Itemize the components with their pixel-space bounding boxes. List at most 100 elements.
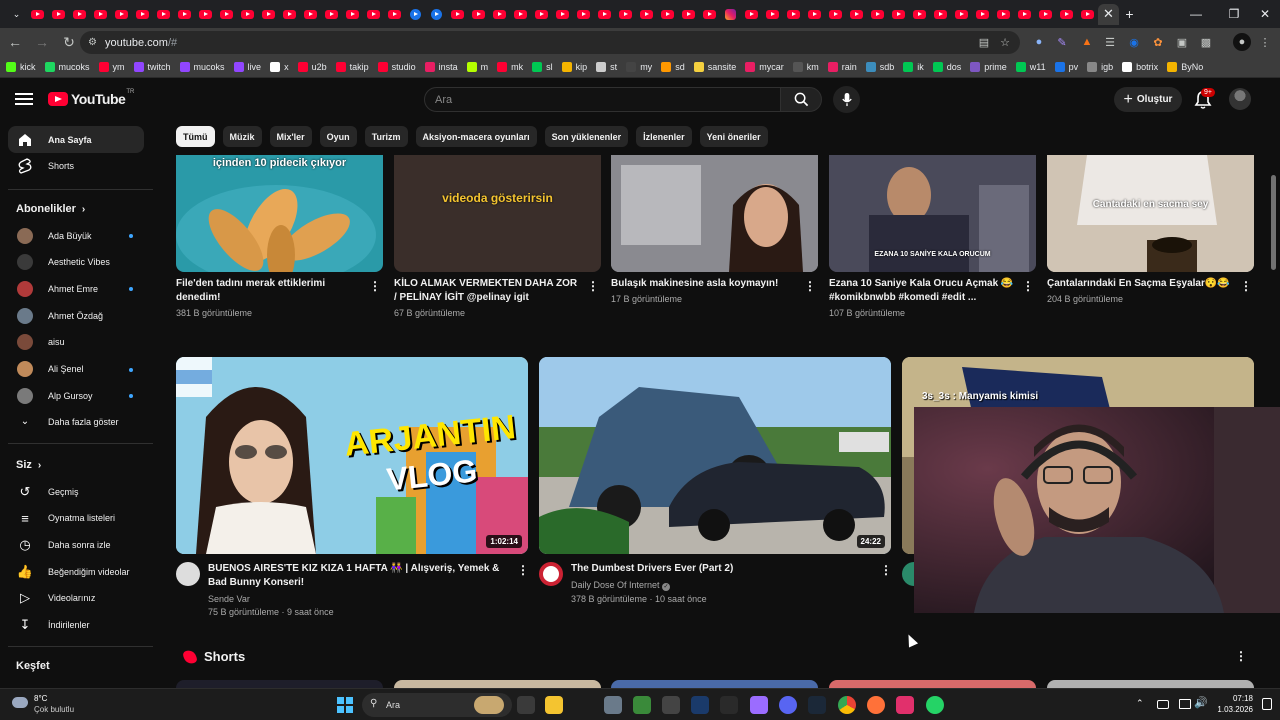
browser-tab[interactable]: [741, 4, 762, 25]
video-title[interactable]: Ezana 10 Saniye Kala Orucu Açmak 😂 #komi…: [829, 277, 1016, 305]
video-title[interactable]: Bulaşık makinesine asla koymayın!: [611, 277, 798, 291]
browser-tab[interactable]: [69, 4, 90, 25]
nvidia-icon[interactable]: [633, 696, 651, 714]
new-tab-button[interactable]: +: [1119, 4, 1140, 25]
short-thumbnail[interactable]: [394, 680, 601, 688]
notification-center-icon[interactable]: [1262, 698, 1272, 710]
profile-icon[interactable]: ●: [1233, 33, 1251, 51]
bookmark-item[interactable]: insta: [424, 61, 458, 72]
extension-icon[interactable]: ✿: [1149, 33, 1167, 51]
weather-icon[interactable]: [12, 697, 28, 708]
bookmark-item[interactable]: kick: [6, 61, 36, 72]
sidebar-item-channel[interactable]: Aesthetic Vibes: [8, 249, 144, 276]
browser-tab[interactable]: [825, 4, 846, 25]
video-card[interactable]: Cantadaki en sacma sey Çantalarındaki En …: [1047, 155, 1254, 332]
short-thumbnail[interactable]: [829, 680, 1036, 688]
browser-tab[interactable]: [615, 4, 636, 25]
short-thumbnail[interactable]: [176, 680, 383, 688]
browser-tab[interactable]: [867, 4, 888, 25]
filter-chip[interactable]: Turizm: [364, 126, 408, 147]
browser-tab[interactable]: [762, 4, 783, 25]
guide-menu-icon[interactable]: [14, 90, 34, 108]
video-thumbnail[interactable]: EZANA 10 SANİYE KALA ORUCUM: [829, 155, 1036, 272]
browser-tab[interactable]: [552, 4, 573, 25]
bookmark-item[interactable]: w11: [1015, 61, 1046, 72]
more-options-icon[interactable]: ⋮: [369, 280, 381, 292]
sidebar-item-channel[interactable]: Ahmet Özdağ: [8, 302, 144, 329]
video-title[interactable]: BUENOS AIRES'TE KIZ KIZA 1 HAFTA 👭 | Alı…: [208, 562, 508, 590]
site-info-icon[interactable]: ⚙: [88, 37, 97, 48]
bookmark-item[interactable]: rain: [827, 61, 857, 72]
sidebar-item-downloads[interactable]: ↧ İndirilenler: [8, 612, 144, 639]
browser-menu-icon[interactable]: ⋮: [1256, 33, 1274, 51]
video-card[interactable]: videoda gösterirsin KİLO ALMAK VERMEKTEN …: [394, 155, 601, 332]
extensions-puzzle-icon[interactable]: ▩: [1197, 33, 1215, 51]
filter-chip[interactable]: Tümü: [176, 126, 215, 147]
browser-tab[interactable]: [510, 4, 531, 25]
bookmark-item[interactable]: studio: [377, 61, 416, 72]
extension-icon[interactable]: ☰: [1101, 33, 1119, 51]
browser-tab[interactable]: [426, 4, 447, 25]
chrome-icon[interactable]: [838, 696, 856, 714]
browser-tab[interactable]: [258, 4, 279, 25]
video-thumbnail[interactable]: 24:22: [539, 357, 891, 554]
browser-tab[interactable]: [237, 4, 258, 25]
sidebar-item-home[interactable]: Ana Sayfa: [8, 126, 144, 153]
video-title[interactable]: The Dumbest Drivers Ever (Part 2): [571, 562, 871, 576]
forward-button[interactable]: →: [30, 30, 54, 54]
browser-tab[interactable]: [363, 4, 384, 25]
channel-avatar[interactable]: [176, 562, 200, 586]
video-card[interactable]: 24:22 The Dumbest Drivers Ever (Part 2) …: [539, 357, 892, 624]
browser-tab[interactable]: [174, 4, 195, 25]
short-thumbnail[interactable]: [611, 680, 818, 688]
bookmark-item[interactable]: ik: [903, 61, 924, 72]
install-app-icon[interactable]: ▤: [975, 33, 993, 51]
bookmark-item[interactable]: my: [626, 61, 652, 72]
close-window-button[interactable]: ✕: [1249, 0, 1280, 28]
file-explorer-icon[interactable]: [545, 696, 563, 714]
browser-tab[interactable]: [300, 4, 321, 25]
sidebar-item-history[interactable]: ↺ Geçmiş: [8, 478, 144, 505]
browser-tab[interactable]: [153, 4, 174, 25]
more-options-icon[interactable]: ⋮: [1022, 280, 1034, 292]
more-options-icon[interactable]: ⋮: [517, 564, 529, 576]
video-card[interactable]: EZANA 10 SANİYE KALA ORUCUM Ezana 10 Sani…: [829, 155, 1036, 332]
create-button[interactable]: + Oluştur: [1114, 87, 1182, 112]
bookmark-item[interactable]: sansite: [693, 61, 736, 72]
browser-tab[interactable]: [720, 4, 741, 25]
browser-tab[interactable]: [678, 4, 699, 25]
bookmark-item[interactable]: u2b: [297, 61, 327, 72]
browser-tab[interactable]: [699, 4, 720, 25]
video-title[interactable]: KİLO ALMAK VERMEKTEN DAHA ZOR / PELİNAY …: [394, 277, 581, 305]
sidebar-item-playlists[interactable]: ≡ Oynatma listeleri: [8, 505, 144, 532]
bookmark-item[interactable]: mk: [497, 61, 523, 72]
more-options-icon[interactable]: ⋮: [880, 564, 892, 576]
sidebar-item-liked[interactable]: 👍 Beğendiğim videolar: [8, 558, 144, 585]
extension-icon[interactable]: ✎: [1053, 33, 1071, 51]
browser-tab[interactable]: [216, 4, 237, 25]
app-icon[interactable]: [750, 696, 768, 714]
close-tab-icon[interactable]: ✕: [1103, 6, 1114, 22]
bookmark-item[interactable]: sdb: [865, 61, 894, 72]
minimize-button[interactable]: —: [1180, 0, 1212, 28]
instagram-icon[interactable]: [896, 696, 914, 714]
browser-tab[interactable]: [783, 4, 804, 25]
filter-chip[interactable]: Oyun: [319, 126, 357, 147]
bookmark-item[interactable]: twitch: [133, 61, 171, 72]
browser-tab[interactable]: [384, 4, 405, 25]
youtube-logo[interactable]: YouTube TR: [48, 89, 134, 107]
filter-chip[interactable]: İzlenenler: [636, 126, 692, 147]
extension-icon[interactable]: ●: [1030, 33, 1048, 51]
browser-tab[interactable]: [1077, 4, 1098, 25]
search-highlight-icon[interactable]: [474, 696, 504, 714]
sidebar-item-watch-later[interactable]: ◷ Daha sonra izle: [8, 531, 144, 558]
short-thumbnail[interactable]: [1047, 680, 1254, 688]
bookmark-item[interactable]: takip: [335, 61, 369, 72]
browser-tab[interactable]: [951, 4, 972, 25]
filter-chip[interactable]: Aksiyon-macera oyunları: [415, 126, 537, 147]
browser-tab[interactable]: [27, 4, 48, 25]
more-options-icon[interactable]: ⋮: [804, 280, 816, 292]
bookmark-item[interactable]: st: [596, 61, 617, 72]
video-card[interactable]: içinden 10 pidecik çıkıyor File'den tadın…: [176, 155, 383, 332]
browser-tab[interactable]: [195, 4, 216, 25]
